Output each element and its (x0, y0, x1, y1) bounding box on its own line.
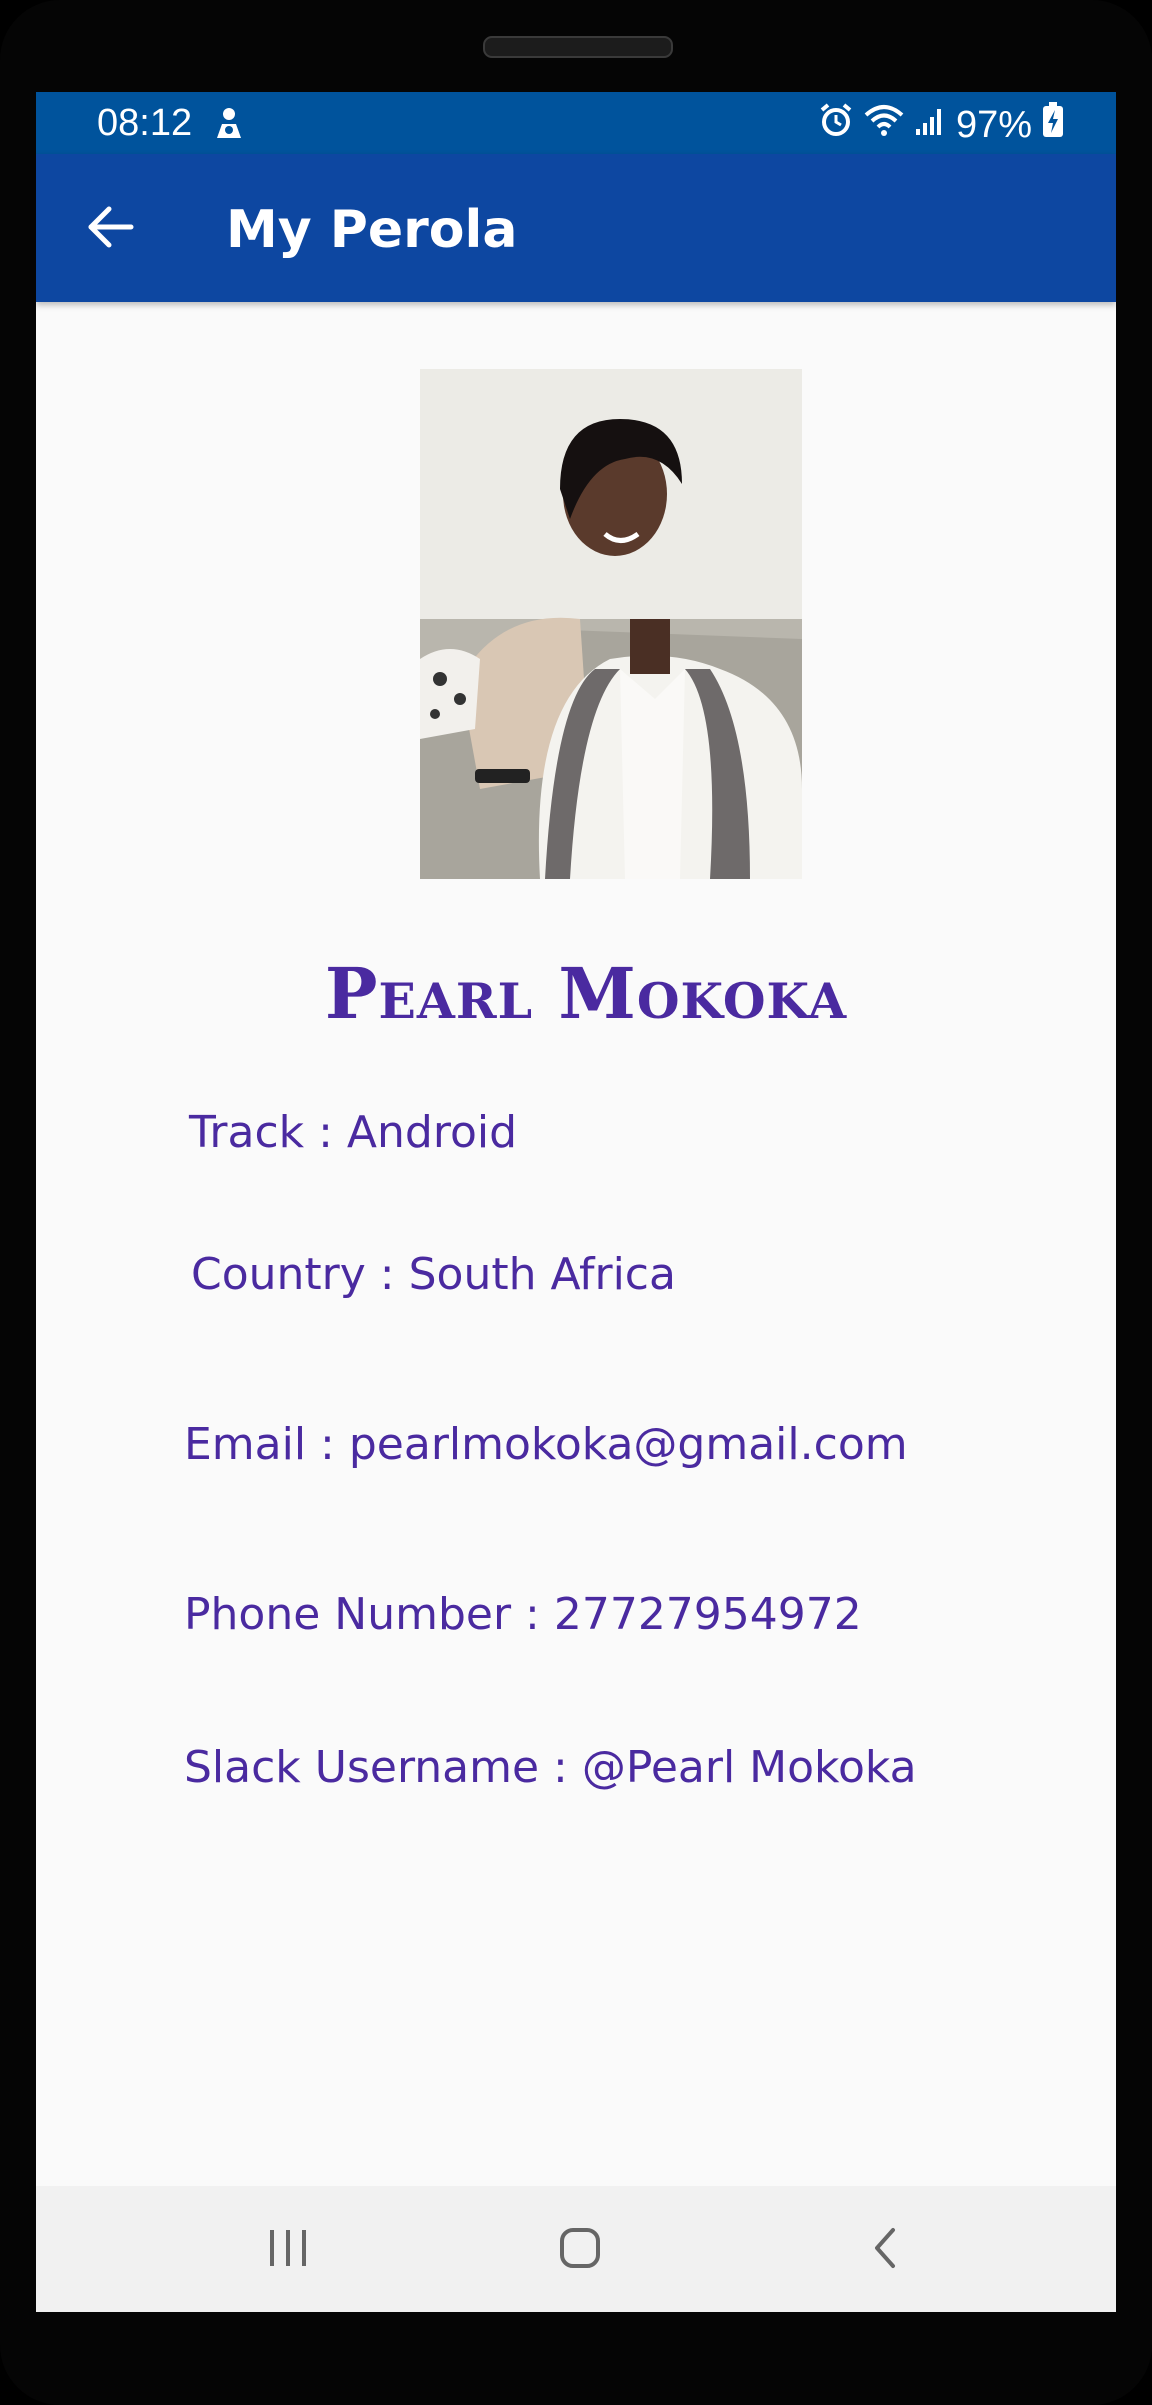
phone-frame: 08:12 97% My Perola Pearl Mokoka Track:… (0, 0, 1152, 2405)
recent-apps-button[interactable] (260, 2224, 316, 2276)
profile-photo (420, 369, 802, 879)
speaker-grille (483, 36, 673, 58)
system-nav-bar (36, 2186, 1116, 2312)
home-button[interactable] (552, 2224, 608, 2276)
phone-text[interactable]: Phone Number : 27727954972 (184, 1589, 862, 1640)
person-icon (212, 106, 246, 142)
recent-apps-icon (266, 2228, 310, 2273)
system-back-button[interactable] (856, 2224, 912, 2276)
back-chevron-icon (869, 2226, 899, 2275)
wifi-icon (864, 103, 904, 147)
app-bar: My Perola (36, 154, 1116, 302)
app-title: My Perola (226, 200, 518, 260)
signal-icon (914, 104, 946, 147)
profile-name: Pearl Mokoka (324, 952, 848, 1035)
screen: 08:12 97% My Perola Pearl Mokoka Track:… (36, 92, 1116, 2312)
alarm-icon (818, 102, 854, 148)
battery-charging-icon (1042, 102, 1064, 148)
email-text[interactable]: Email : pearlmokoka@gmail.com (184, 1419, 908, 1470)
status-time: 08:12 (97, 102, 193, 144)
arrow-left-icon (87, 205, 135, 254)
slack-text: Slack Username : @Pearl Mokoka (184, 1742, 917, 1793)
track-text: Track : Android (189, 1107, 518, 1158)
back-button[interactable] (76, 194, 146, 264)
status-icons: 97% (818, 102, 1064, 148)
home-icon (558, 2226, 602, 2275)
battery-percent: 97% (955, 103, 1032, 146)
status-bar: 08:12 97% (36, 92, 1116, 154)
country-text: Country : South Africa (191, 1249, 676, 1300)
